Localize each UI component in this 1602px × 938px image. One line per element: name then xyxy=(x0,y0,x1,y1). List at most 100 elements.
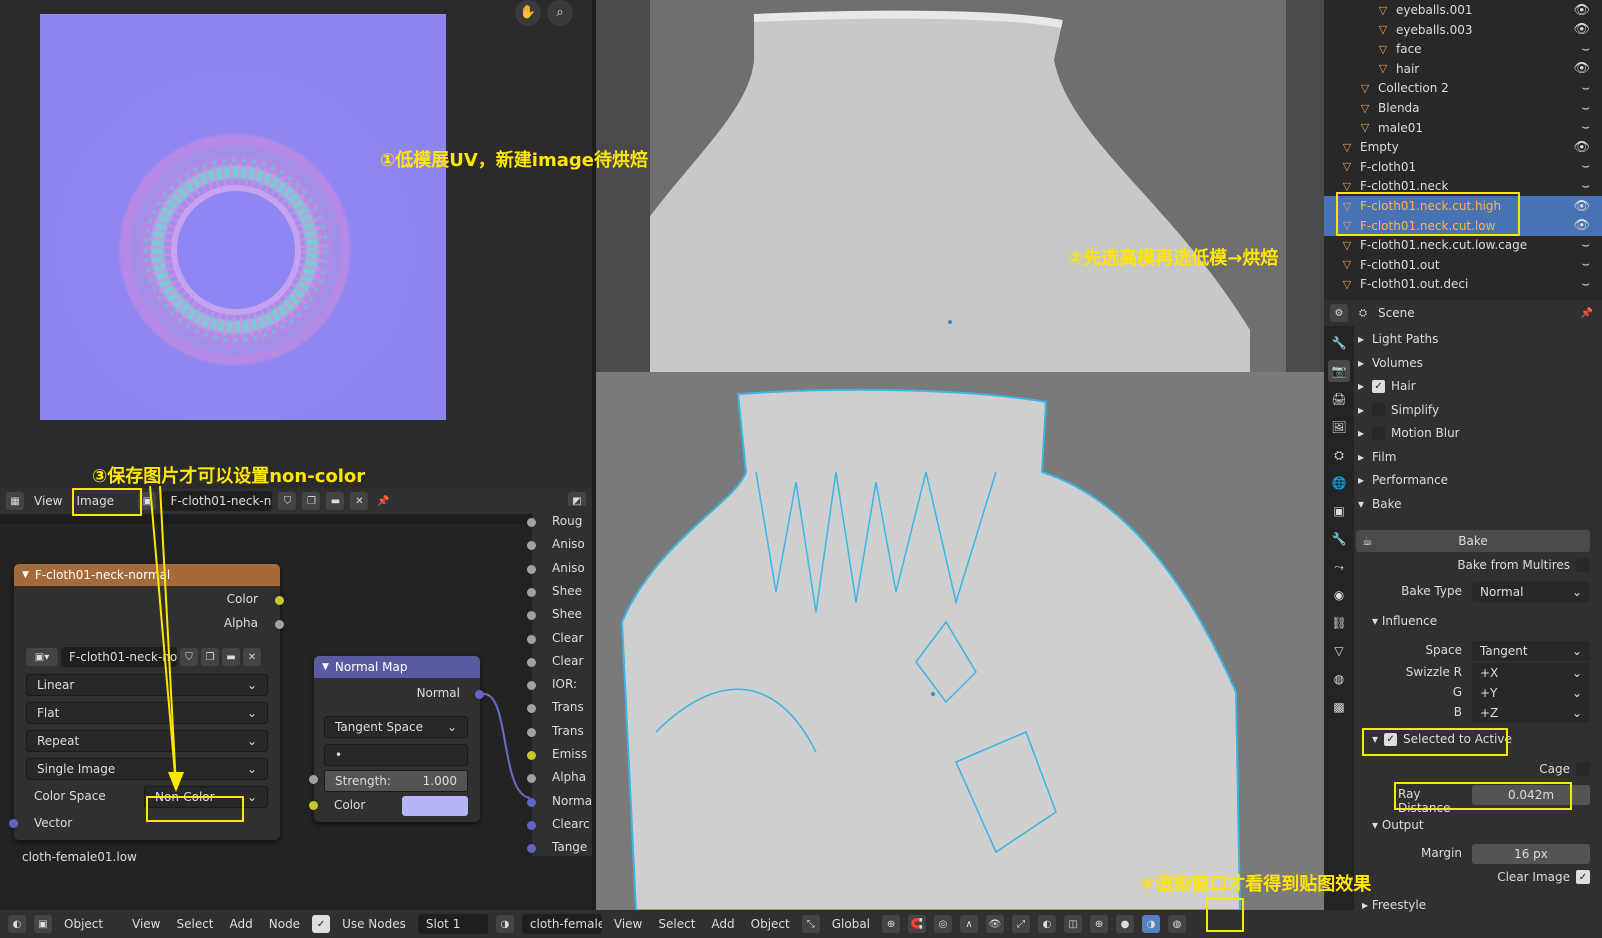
menu-view[interactable]: View xyxy=(30,492,66,510)
bake-button[interactable]: ☕ Bake xyxy=(1356,530,1590,552)
use-nodes-checkbox[interactable]: ✓ xyxy=(312,915,331,933)
viewport-menu-view[interactable]: View xyxy=(610,915,646,933)
panel-bake[interactable]: ▾ Bake xyxy=(1358,493,1598,515)
panel-motion-blur[interactable]: ▸ Motion Blur xyxy=(1358,422,1598,444)
eye-visible-icon[interactable]: 👁 xyxy=(1573,61,1590,76)
view-layer-tab-icon[interactable]: 🖼 xyxy=(1328,416,1350,438)
eye-visible-icon[interactable]: 👁 xyxy=(1573,3,1590,18)
overlay-icon[interactable]: ◐ xyxy=(1038,915,1057,933)
rendered-shading-icon[interactable]: ◍ xyxy=(1168,915,1187,933)
eye-hidden-icon[interactable]: ⌣ xyxy=(1581,159,1590,174)
outliner-row[interactable]: ▽ face ⌣ xyxy=(1324,39,1602,59)
image-editor[interactable]: ✋ ⌕ xyxy=(0,0,592,498)
transform-orientation-icon[interactable]: ⤡ xyxy=(801,915,820,933)
freestyle-panel[interactable]: ▸ Freestyle xyxy=(1362,898,1426,912)
bsdf-input-socket[interactable] xyxy=(527,844,536,854)
menu-add[interactable]: Add xyxy=(226,915,257,933)
outliner-row[interactable]: ▽ eyeballs.001 👁 xyxy=(1324,0,1602,20)
collapse-icon[interactable]: ▼ xyxy=(22,570,29,580)
outliner-row[interactable]: ▽ F-cloth01.neck.cut.low.cage ⌣ xyxy=(1324,235,1602,255)
wireframe-shading-icon[interactable]: ⊕ xyxy=(1090,915,1109,933)
orientation-dropdown[interactable]: Global xyxy=(828,915,874,933)
particles-tab-icon[interactable]: ⤳ xyxy=(1328,556,1350,578)
physics-tab-icon[interactable]: ◉ xyxy=(1328,584,1350,606)
node-editor[interactable]: ▼ F-cloth01-neck-normal Color Alpha ▣▾ F… xyxy=(0,506,592,910)
bsdf-input-socket[interactable] xyxy=(527,681,536,691)
viewport-menu-add[interactable]: Add xyxy=(707,915,738,933)
bsdf-input-socket[interactable] xyxy=(527,611,536,621)
bsdf-input-socket[interactable] xyxy=(527,657,536,667)
eye-visible-icon[interactable]: 👁 xyxy=(1573,22,1590,37)
eye-hidden-icon[interactable]: ⌣ xyxy=(1581,81,1590,96)
panel-performance[interactable]: ▸ Performance xyxy=(1358,469,1598,491)
eye-hidden-icon[interactable]: ⌣ xyxy=(1581,257,1590,272)
normal-space-dropdown[interactable]: Tangent Space ⌄ xyxy=(324,716,468,738)
menu-view[interactable]: View xyxy=(128,915,164,933)
material-icon[interactable]: ◑ xyxy=(495,915,514,933)
node-tree-type-icon[interactable]: ◐ xyxy=(8,915,26,933)
eye-visible-icon[interactable]: 👁 xyxy=(1573,140,1590,155)
material-preview-shading-icon[interactable]: ◑ xyxy=(1142,915,1161,933)
material-tab-icon[interactable]: ◍ xyxy=(1328,668,1350,690)
panel-film[interactable]: ▸ Film xyxy=(1358,446,1598,468)
editor-type-icon[interactable]: ⚙ xyxy=(1330,304,1348,322)
solid-shading-icon[interactable]: ● xyxy=(1116,915,1135,933)
xray-icon[interactable]: ◫ xyxy=(1064,915,1083,933)
principled-bsdf-node[interactable]: Roug Aniso Aniso Shee Shee Clear Clear IOR: Tran… xyxy=(527,506,592,856)
bsdf-input-socket[interactable] xyxy=(527,774,536,784)
duplicate-icon[interactable]: ❐ xyxy=(201,648,219,666)
snap-icon[interactable]: 🧲 xyxy=(908,915,927,933)
output-color-socket[interactable] xyxy=(275,596,284,605)
editor-type-icon[interactable]: ▦ xyxy=(6,492,24,510)
texture-tab-icon[interactable]: ▩ xyxy=(1328,696,1350,718)
tool-tab-icon[interactable]: 🔧 xyxy=(1328,332,1350,354)
world-tab-icon[interactable]: 🌐 xyxy=(1328,472,1350,494)
cage-checkbox[interactable] xyxy=(1576,762,1590,776)
panel-simplify[interactable]: ▸ Simplify xyxy=(1358,399,1598,421)
data-tab-icon[interactable]: ▽ xyxy=(1328,640,1350,662)
eye-visible-icon[interactable]: 👁 xyxy=(1573,199,1590,214)
input-color-socket[interactable] xyxy=(309,801,318,810)
panel-enable-checkbox[interactable] xyxy=(1372,426,1385,440)
outliner-row[interactable]: ▽ hair 👁 xyxy=(1324,59,1602,79)
bsdf-input-socket[interactable] xyxy=(527,751,536,760)
eye-hidden-icon[interactable]: ⌣ xyxy=(1581,120,1590,135)
bsdf-input-socket[interactable] xyxy=(527,727,536,737)
bsdf-input-socket[interactable] xyxy=(527,704,536,714)
close-icon[interactable]: ✕ xyxy=(243,648,261,666)
gizmo-icon[interactable]: ⤢ xyxy=(1012,915,1031,933)
panel-light-paths[interactable]: ▸ Light Paths xyxy=(1358,328,1598,350)
color-swatch[interactable] xyxy=(402,796,468,816)
output-tab-icon[interactable]: 🖨 xyxy=(1328,388,1350,410)
input-strength-socket[interactable] xyxy=(309,775,318,784)
object-mode-icon[interactable]: ▣ xyxy=(34,915,52,933)
proportional-edit-icon[interactable]: ◎ xyxy=(934,915,953,933)
panel-volumes[interactable]: ▸ Volumes xyxy=(1358,352,1598,374)
space-dropdown[interactable]: Tangent ⌄ xyxy=(1472,641,1590,661)
bsdf-input-socket[interactable] xyxy=(527,797,536,807)
input-vector-socket[interactable] xyxy=(9,819,18,828)
bsdf-input-socket[interactable] xyxy=(527,820,536,830)
image-browse-icon[interactable]: ▣▾ xyxy=(26,648,58,666)
object-tab-icon[interactable]: ▣ xyxy=(1328,500,1350,522)
influence-subpanel[interactable]: ▾ Influence xyxy=(1372,614,1437,628)
open-folder-icon[interactable]: ▬ xyxy=(326,492,345,510)
bake-from-multires-checkbox[interactable] xyxy=(1576,558,1590,572)
slot-dropdown[interactable]: Slot 1 xyxy=(417,914,488,934)
panel-enable-checkbox[interactable] xyxy=(1372,403,1385,416)
normal-map-header[interactable]: ▼ Normal Map xyxy=(314,656,480,678)
normal-map-node[interactable]: ▼ Normal Map Normal Tangent Space ⌄ • Str… xyxy=(309,656,484,822)
outliner-row[interactable]: ▽ eyeballs.003 👁 xyxy=(1324,20,1602,40)
outliner-row[interactable]: ▽ Empty 👁 xyxy=(1324,137,1602,157)
swizzle-b-dropdown[interactable]: +Z ⌄ xyxy=(1472,703,1590,723)
constraints-tab-icon[interactable]: ⛓ xyxy=(1328,612,1350,634)
scene-tab-icon[interactable]: ⛭ xyxy=(1328,444,1350,466)
viewport-menu-select[interactable]: Select xyxy=(654,915,699,933)
outliner-row[interactable]: ▽ Blenda ⌣ xyxy=(1324,98,1602,118)
outliner-row[interactable]: ▽ F-cloth01 ⌣ xyxy=(1324,157,1602,177)
outliner-row[interactable]: ▽ male01 ⌣ xyxy=(1324,118,1602,138)
open-folder-icon[interactable]: ▬ xyxy=(222,648,240,666)
visibility-icon[interactable]: 👁 xyxy=(986,915,1005,933)
hand-pan-icon[interactable]: ✋ xyxy=(515,0,541,26)
mode-dropdown[interactable]: Object xyxy=(60,915,120,933)
